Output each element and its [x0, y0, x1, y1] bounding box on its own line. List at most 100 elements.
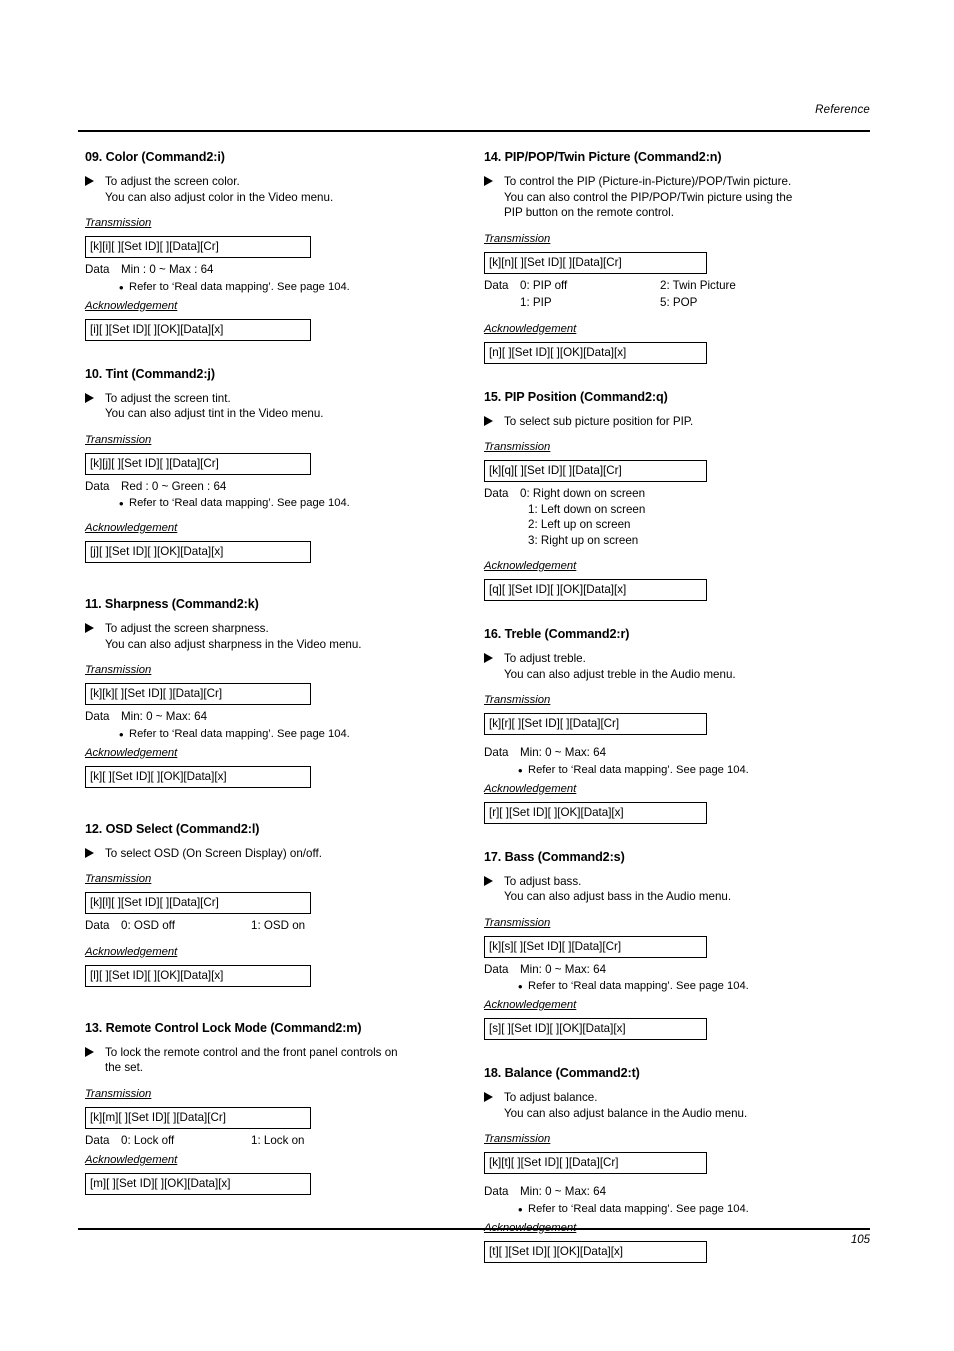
acknowledgement-label: Acknowledgement: [85, 1154, 178, 1166]
acknowledgement-label-wrap: Acknowledgement: [484, 319, 864, 339]
data-row: Data 0: OSD off 1: OSD on: [85, 918, 465, 934]
acknowledgement-command-box: [n][ ][Set ID][ ][OK][Data][x]: [484, 341, 707, 364]
data-label: Data: [85, 263, 110, 276]
acknowledgement-label: Acknowledgement: [484, 560, 577, 572]
triangle-bullet-icon: [85, 847, 94, 858]
desc-line-2: You can also adjust color in the Video m…: [105, 190, 334, 204]
transmission-command-box: [k][k][ ][Set ID][ ][Data][Cr]: [85, 683, 311, 705]
desc-line-1: To select OSD (On Screen Display) on/off…: [105, 846, 322, 860]
transmission-label: Transmission: [85, 873, 152, 885]
data-option: 0: Right down on screen: [520, 487, 646, 500]
bullet-dot-icon: •: [518, 762, 523, 778]
page-number: 105: [850, 1234, 870, 1246]
acknowledgement-command-box: [q][ ][Set ID][ ][OK][Data][x]: [484, 579, 707, 601]
transmission-command-box: [k][q][ ][Set ID][ ][Data][Cr]: [484, 460, 707, 482]
data-row: Data 0: Lock off 1: Lock on: [85, 1133, 465, 1149]
data-mapping-note: • Refer to ‘Real data mapping’. See page…: [85, 496, 465, 511]
data-row: Data Min: 0 ~ Max: 64: [484, 962, 864, 978]
section-description: To adjust the screen sharpness. You can …: [85, 621, 465, 652]
transmission-label-wrap: Transmission: [85, 1084, 465, 1104]
acknowledgement-label: Acknowledgement: [85, 522, 178, 534]
acknowledgement-label-wrap: Acknowledgement: [484, 556, 864, 576]
data-option-row: 3: Right up on screen: [528, 533, 639, 547]
data-label: Data: [85, 710, 110, 723]
transmission-label-wrap: Transmission: [85, 213, 465, 233]
data-label: Data: [484, 1185, 509, 1198]
left-column: 09. Color (Command2:i) To adjust the scr…: [85, 150, 465, 1199]
section-osd-select: 12. OSD Select (Command2:l) To select OS…: [85, 822, 465, 987]
transmission-label: Transmission: [85, 217, 152, 229]
transmission-command-box: [k][i][ ][Set ID][ ][Data][Cr]: [85, 236, 311, 258]
section-sharpness: 11. Sharpness (Command2:k) To adjust the…: [85, 597, 465, 788]
data-label: Data: [85, 1133, 110, 1147]
data-label: Data: [85, 919, 110, 932]
data-label: Data: [484, 962, 509, 976]
transmission-label: Transmission: [484, 694, 551, 706]
data-row: Data 0: PIP off 2: Twin Picture: [484, 278, 864, 294]
acknowledgement-label-wrap: Acknowledgement: [85, 743, 465, 763]
section-title: 09. Color (Command2:i): [85, 150, 225, 164]
transmission-label: Transmission: [85, 1087, 152, 1100]
data-value: Min: 0 ~ Max: 64: [520, 746, 607, 759]
footer-divider: [78, 1228, 870, 1230]
transmission-command-box: [k][l][ ][Set ID][ ][Data][Cr]: [85, 892, 311, 914]
transmission-label-wrap: Transmission: [484, 1129, 864, 1149]
section-description: To adjust bass. You can also adjust bass…: [484, 874, 864, 905]
data-mapping-note: • Refer to ‘Real data mapping’. See page…: [484, 1202, 864, 1217]
data-value: 0: PIP off: [520, 278, 568, 292]
transmission-command-box: [k][j][ ][Set ID][ ][Data][Cr]: [85, 452, 311, 475]
transmission-command-box: [k][r][ ][Set ID][ ][Data][Cr]: [484, 713, 707, 735]
data-value-secondary: 5: POP: [660, 296, 698, 309]
triangle-bullet-icon: [484, 415, 493, 426]
desc-line-2: You can also adjust sharpness in the Vid…: [105, 637, 362, 651]
acknowledgement-command-box: [m][ ][Set ID][ ][OK][Data][x]: [85, 1173, 311, 1195]
acknowledgement-label: Acknowledgement: [484, 782, 577, 795]
acknowledgement-label: Acknowledgement: [85, 299, 178, 312]
bullet-dot-icon: •: [518, 979, 523, 994]
triangle-bullet-icon: [484, 653, 493, 663]
data-option-row: Data 0: Right down on screen: [484, 486, 864, 502]
data-row: 1: PIP 5: POP: [484, 295, 864, 311]
data-mapping-note: • Refer to ‘Real data mapping’. See page…: [484, 979, 864, 994]
transmission-label: Transmission: [484, 916, 551, 929]
data-row: Data Min: 0 ~ Max: 64: [484, 745, 864, 761]
desc-line-2: You can also adjust bass in the Audio me…: [504, 890, 732, 903]
transmission-label-wrap: Transmission: [85, 660, 465, 680]
transmission-label: Transmission: [484, 441, 551, 453]
desc-line-2: the set.: [105, 1061, 144, 1074]
data-value-secondary: 1: OSD on: [251, 919, 306, 932]
data-label: Data: [484, 487, 509, 500]
desc-line-1: To lock the remote control and the front…: [105, 1045, 398, 1059]
desc-line-1: To adjust treble.: [504, 652, 586, 665]
data-value: Min: 0 ~ Max: 64: [520, 1185, 607, 1198]
transmission-label: Transmission: [484, 1133, 551, 1145]
acknowledgement-command-box: [r][ ][Set ID][ ][OK][Data][x]: [484, 801, 707, 824]
data-row: Data Min: 0 ~ Max: 64: [85, 709, 465, 725]
data-label: Data: [85, 479, 110, 493]
data-value: Min: 0 ~ Max: 64: [121, 710, 208, 723]
desc-line-1: To adjust the screen color.: [105, 175, 240, 188]
data-label: Data: [484, 278, 509, 292]
triangle-bullet-icon: [484, 875, 493, 886]
transmission-label: Transmission: [85, 664, 152, 676]
section-pip-pop-twin-picture: 14. PIP/POP/Twin Picture (Command2:n) To…: [484, 150, 864, 364]
transmission-label-wrap: Transmission: [85, 430, 465, 450]
data-option-list: Data 0: Right down on screen 1: Left down…: [484, 486, 864, 548]
section-description: To adjust the screen tint. You can also …: [85, 391, 465, 422]
data-value: 1: PIP: [520, 296, 552, 309]
section-description: To adjust the screen color. You can also…: [85, 174, 465, 205]
section-title: 17. Bass (Command2:s): [484, 849, 625, 864]
transmission-command-box: [k][m][ ][Set ID][ ][Data][Cr]: [85, 1106, 311, 1129]
page-header: Reference: [78, 104, 870, 116]
note-text: Refer to ‘Real data mapping’. See page 1…: [528, 1202, 749, 1215]
transmission-label-wrap: Transmission: [484, 913, 864, 933]
transmission-label-wrap: Transmission: [484, 229, 864, 249]
section-description: To select OSD (On Screen Display) on/off…: [85, 846, 465, 862]
acknowledgement-command-box: [i][ ][Set ID][ ][OK][Data][x]: [85, 318, 311, 341]
section-description: To control the PIP (Picture-in-Picture)/…: [484, 174, 864, 221]
data-value: Min : 0 ~ Max : 64: [121, 263, 214, 276]
